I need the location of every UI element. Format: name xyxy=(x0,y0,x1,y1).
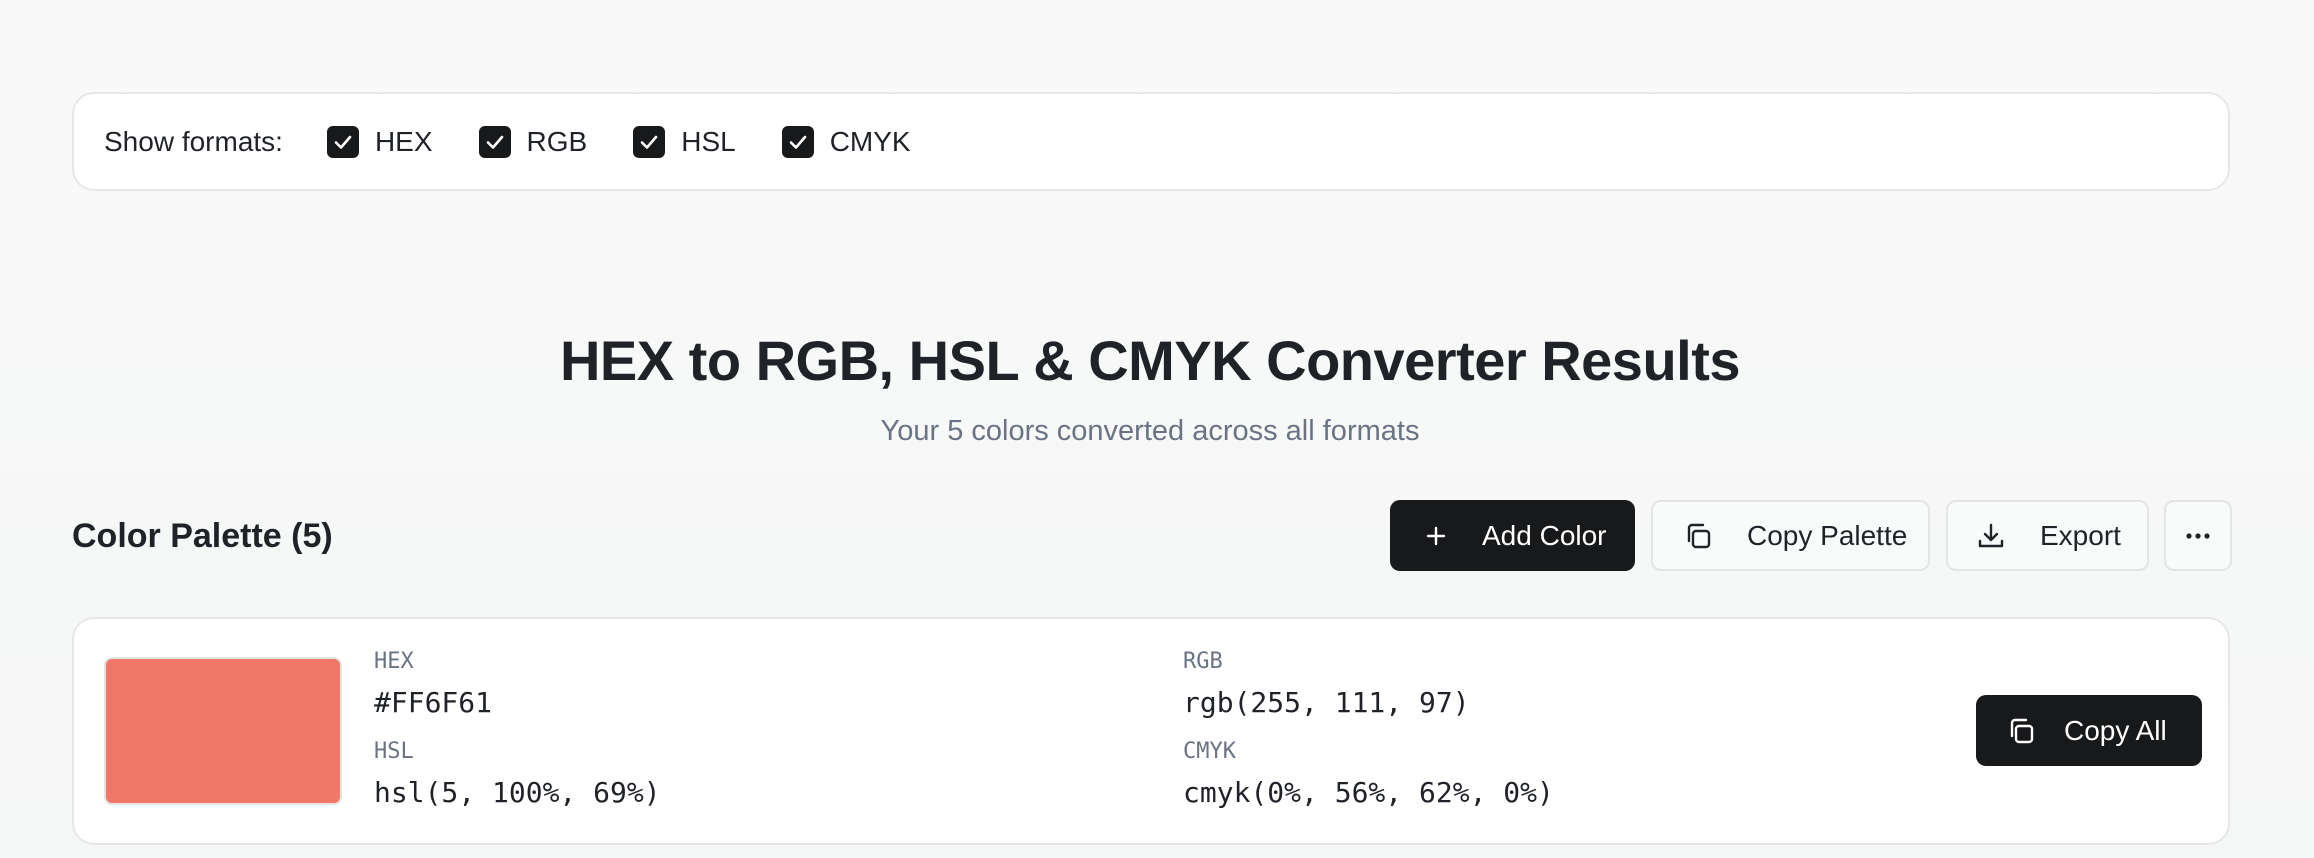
format-checkbox-hsl[interactable]: HSL xyxy=(633,125,736,158)
rgb-label: RGB xyxy=(1183,649,1223,674)
export-button[interactable]: Export xyxy=(1946,500,2149,571)
formats-bar: Show formats: HEX RGB HSL CMYK xyxy=(72,92,2230,191)
add-color-button[interactable]: Add Color xyxy=(1390,500,1635,571)
hsl-label: HSL xyxy=(374,739,414,764)
color-card: HEX #FF6F61 HSL hsl(5, 100%, 69%) RGB rg… xyxy=(72,617,2230,845)
rgb-value: rgb(255, 111, 97) xyxy=(1183,686,1470,719)
checkbox-checked-icon[interactable] xyxy=(633,125,666,158)
page-title: HEX to RGB, HSL & CMYK Converter Results xyxy=(559,329,1741,392)
copy-palette-label: Copy Palette xyxy=(1747,519,1908,551)
format-checkbox-rgb[interactable]: RGB xyxy=(478,125,588,158)
formats-label: Show formats: xyxy=(104,125,283,157)
add-color-label: Add Color xyxy=(1482,519,1607,551)
ellipsis-icon xyxy=(2185,532,2211,540)
export-label: Export xyxy=(2040,519,2121,551)
more-options-button[interactable] xyxy=(2164,500,2232,571)
copy-palette-button[interactable]: Copy Palette xyxy=(1651,500,1930,571)
checkbox-checked-icon[interactable] xyxy=(781,125,814,158)
format-label-hex: HEX xyxy=(374,125,433,157)
palette-title: Color Palette (5) xyxy=(72,517,333,555)
copy-all-button[interactable]: Copy All xyxy=(1976,695,2202,766)
format-label-rgb: RGB xyxy=(526,125,588,157)
copy-icon xyxy=(1683,521,1713,551)
format-checkbox-hex[interactable]: HEX xyxy=(326,125,433,158)
checkbox-checked-icon[interactable] xyxy=(478,125,511,158)
hex-value: #FF6F61 xyxy=(374,686,493,719)
format-checkbox-cmyk[interactable]: CMYK xyxy=(781,125,911,158)
cmyk-label: CMYK xyxy=(1183,739,1236,764)
cmyk-value: cmyk(0%, 56%, 62%, 0%) xyxy=(1183,776,1554,809)
plus-icon xyxy=(1424,524,1448,548)
download-icon xyxy=(1976,521,2006,551)
format-label-hsl: HSL xyxy=(681,125,736,157)
color-swatch[interactable] xyxy=(104,657,342,805)
hex-label: HEX xyxy=(374,649,414,674)
copy-all-label: Copy All xyxy=(2064,714,2167,746)
checkbox-checked-icon[interactable] xyxy=(326,125,359,158)
copy-icon xyxy=(2006,716,2036,746)
page-subtitle: Your 5 colors converted across all forma… xyxy=(880,415,1420,447)
format-label-cmyk: CMYK xyxy=(829,125,911,157)
hsl-value: hsl(5, 100%, 69%) xyxy=(374,776,661,809)
